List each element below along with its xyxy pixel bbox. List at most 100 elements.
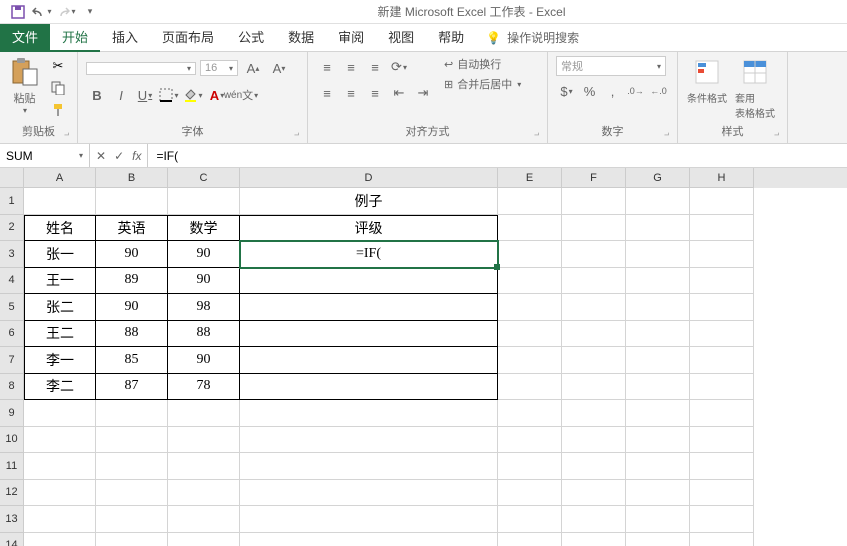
orientation-button[interactable]: ⟳▾ xyxy=(388,56,410,78)
indent-inc-button[interactable]: ⇥ xyxy=(412,82,434,104)
cell-H2[interactable] xyxy=(690,215,754,242)
cell-D12[interactable] xyxy=(240,480,498,507)
grid[interactable]: 例子姓名英语数学评级张一9090=IF(王一8990张二9098王二8888李一… xyxy=(24,188,847,546)
copy-button[interactable] xyxy=(47,78,69,98)
tab-review[interactable]: 审阅 xyxy=(326,24,376,52)
cell-D6[interactable] xyxy=(240,321,498,348)
cell-A1[interactable] xyxy=(24,188,96,215)
cell-G3[interactable] xyxy=(626,241,690,268)
row-header-2[interactable]: 2 xyxy=(0,215,24,242)
align-center-button[interactable]: ≡ xyxy=(340,82,362,104)
cell-H14[interactable] xyxy=(690,533,754,546)
cell-A13[interactable] xyxy=(24,506,96,533)
comma-button[interactable]: , xyxy=(602,80,623,102)
col-header-G[interactable]: G xyxy=(626,168,690,188)
cell-D2[interactable]: 评级 xyxy=(240,215,498,242)
cell-H1[interactable] xyxy=(690,188,754,215)
cut-button[interactable]: ✂ xyxy=(47,56,69,76)
tab-view[interactable]: 视图 xyxy=(376,24,426,52)
dec-decimal-button[interactable]: ←.0 xyxy=(648,80,669,102)
cell-F6[interactable] xyxy=(562,321,626,348)
cell-D9[interactable] xyxy=(240,400,498,427)
align-right-button[interactable]: ≡ xyxy=(364,82,386,104)
cell-E2[interactable] xyxy=(498,215,562,242)
cell-G7[interactable] xyxy=(626,347,690,374)
paste-button[interactable]: 粘贴 ▾ xyxy=(8,56,41,115)
cell-A10[interactable] xyxy=(24,427,96,454)
cell-C8[interactable]: 78 xyxy=(168,374,240,401)
cell-E7[interactable] xyxy=(498,347,562,374)
cell-A9[interactable] xyxy=(24,400,96,427)
cell-B3[interactable]: 90 xyxy=(96,241,168,268)
cell-C1[interactable] xyxy=(168,188,240,215)
cell-G9[interactable] xyxy=(626,400,690,427)
cell-E10[interactable] xyxy=(498,427,562,454)
cell-C6[interactable]: 88 xyxy=(168,321,240,348)
inc-decimal-button[interactable]: .0→ xyxy=(625,80,646,102)
name-box[interactable]: SUM▾ xyxy=(0,144,90,167)
cell-C12[interactable] xyxy=(168,480,240,507)
cell-H8[interactable] xyxy=(690,374,754,401)
cell-C4[interactable]: 90 xyxy=(168,268,240,295)
col-header-H[interactable]: H xyxy=(690,168,754,188)
qat-customize-icon[interactable]: ▾ xyxy=(80,2,100,22)
cell-C7[interactable]: 90 xyxy=(168,347,240,374)
cell-H13[interactable] xyxy=(690,506,754,533)
cell-G13[interactable] xyxy=(626,506,690,533)
cell-H11[interactable] xyxy=(690,453,754,480)
cell-H10[interactable] xyxy=(690,427,754,454)
row-header-12[interactable]: 12 xyxy=(0,480,24,507)
redo-icon[interactable]: ▾ xyxy=(56,2,76,22)
cell-E13[interactable] xyxy=(498,506,562,533)
cell-B9[interactable] xyxy=(96,400,168,427)
cell-B4[interactable]: 89 xyxy=(96,268,168,295)
cell-B8[interactable]: 87 xyxy=(96,374,168,401)
cell-E9[interactable] xyxy=(498,400,562,427)
col-header-C[interactable]: C xyxy=(168,168,240,188)
row-header-5[interactable]: 5 xyxy=(0,294,24,321)
cell-B11[interactable] xyxy=(96,453,168,480)
cell-F2[interactable] xyxy=(562,215,626,242)
tab-formulas[interactable]: 公式 xyxy=(226,24,276,52)
cell-G5[interactable] xyxy=(626,294,690,321)
cell-C11[interactable] xyxy=(168,453,240,480)
merge-center-button[interactable]: ⊞合并后居中▾ xyxy=(444,76,521,92)
cell-F3[interactable] xyxy=(562,241,626,268)
cell-B12[interactable] xyxy=(96,480,168,507)
row-header-7[interactable]: 7 xyxy=(0,347,24,374)
cell-C14[interactable] xyxy=(168,533,240,546)
cell-F10[interactable] xyxy=(562,427,626,454)
shrink-font-button[interactable]: A▾ xyxy=(268,57,290,79)
cell-B1[interactable] xyxy=(96,188,168,215)
cell-F14[interactable] xyxy=(562,533,626,546)
cell-C5[interactable]: 98 xyxy=(168,294,240,321)
row-header-1[interactable]: 1 xyxy=(0,188,24,215)
cell-H9[interactable] xyxy=(690,400,754,427)
cell-G1[interactable] xyxy=(626,188,690,215)
cell-E12[interactable] xyxy=(498,480,562,507)
cell-D4[interactable] xyxy=(240,268,498,295)
tell-me-search[interactable]: 💡 操作说明搜索 xyxy=(476,29,589,46)
row-header-11[interactable]: 11 xyxy=(0,453,24,480)
col-header-B[interactable]: B xyxy=(96,168,168,188)
cell-D3[interactable]: =IF( xyxy=(240,241,498,268)
cell-A7[interactable]: 李一 xyxy=(24,347,96,374)
cell-E11[interactable] xyxy=(498,453,562,480)
col-header-E[interactable]: E xyxy=(498,168,562,188)
cell-G4[interactable] xyxy=(626,268,690,295)
tab-help[interactable]: 帮助 xyxy=(426,24,476,52)
border-button[interactable]: ▾ xyxy=(158,84,180,106)
cell-C2[interactable]: 数学 xyxy=(168,215,240,242)
col-header-A[interactable]: A xyxy=(24,168,96,188)
cell-A6[interactable]: 王二 xyxy=(24,321,96,348)
fill-color-button[interactable]: ▾ xyxy=(182,84,204,106)
cell-G2[interactable] xyxy=(626,215,690,242)
cell-H7[interactable] xyxy=(690,347,754,374)
percent-button[interactable]: % xyxy=(579,80,600,102)
cell-E3[interactable] xyxy=(498,241,562,268)
col-header-F[interactable]: F xyxy=(562,168,626,188)
enter-formula-button[interactable]: ✓ xyxy=(114,149,124,163)
col-header-D[interactable]: D xyxy=(240,168,498,188)
cell-G12[interactable] xyxy=(626,480,690,507)
cell-B2[interactable]: 英语 xyxy=(96,215,168,242)
